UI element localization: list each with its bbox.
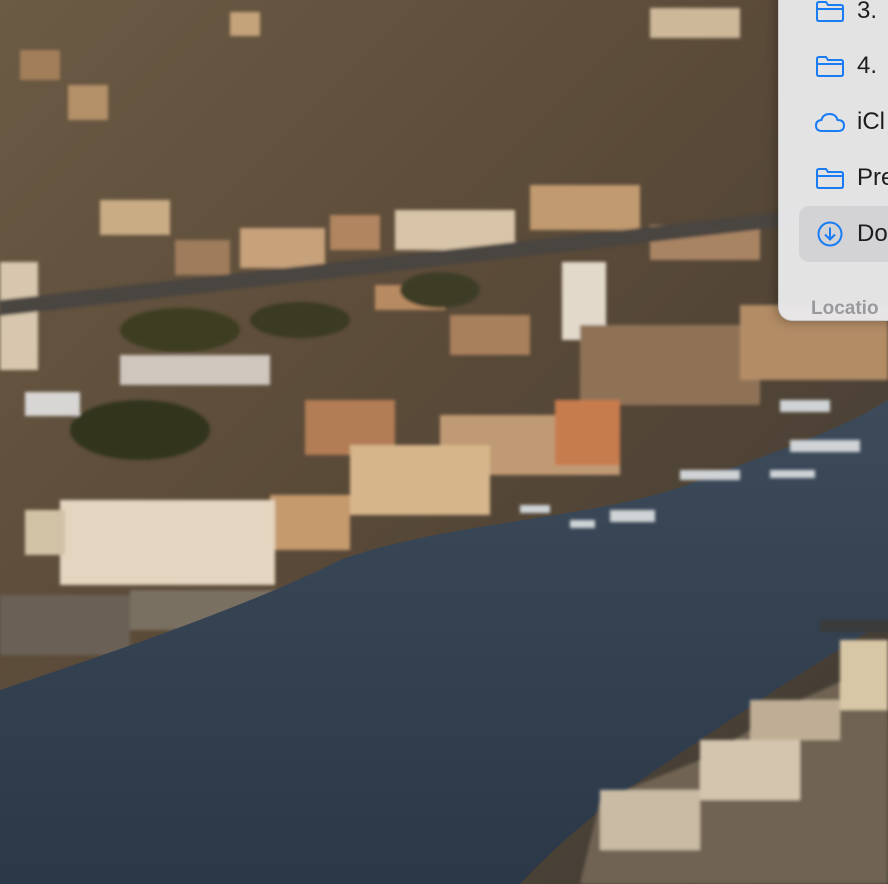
- sidebar-item-pre[interactable]: Pre: [799, 150, 888, 206]
- sidebar-item-label: 4.: [857, 52, 878, 79]
- sidebar-item-folder-3[interactable]: 3.: [799, 0, 888, 39]
- folder-icon: [813, 0, 847, 26]
- sidebar-item-folder-4[interactable]: 4.: [799, 38, 888, 94]
- sidebar-item-icloud[interactable]: iCl: [799, 94, 888, 150]
- sidebar-item-downloads[interactable]: Do: [799, 206, 888, 262]
- folder-icon: [813, 163, 847, 193]
- finder-sidebar: 3. 4. iCl Pre Do Locatio: [778, 0, 888, 321]
- icloud-icon: [813, 107, 847, 137]
- download-icon: [813, 219, 847, 249]
- section-header-locations: Locatio: [811, 298, 879, 319]
- sidebar-item-label: iCl: [857, 108, 885, 135]
- desktop-wallpaper: [0, 0, 888, 884]
- folder-icon: [813, 51, 847, 81]
- sidebar-item-label: Do: [857, 220, 888, 247]
- sidebar-item-label: 3.: [857, 0, 878, 24]
- sidebar-item-label: Pre: [857, 164, 888, 191]
